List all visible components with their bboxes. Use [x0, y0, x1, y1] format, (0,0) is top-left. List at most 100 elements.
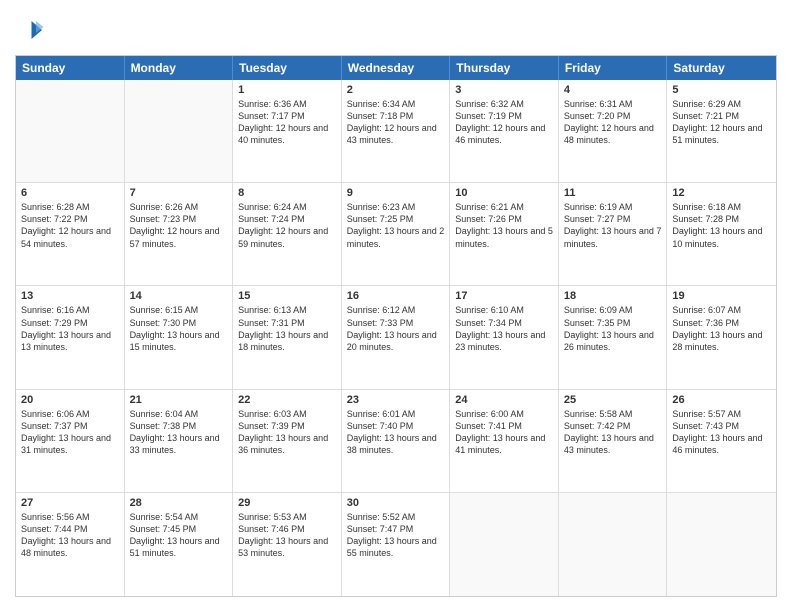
- calendar-row-5: 27 Sunrise: 5:56 AM Sunset: 7:44 PM Dayli…: [16, 493, 776, 596]
- day-info: Sunrise: 6:01 AM Sunset: 7:40 PM Dayligh…: [347, 408, 445, 457]
- calendar-cell-3-4: 16 Sunrise: 6:12 AM Sunset: 7:33 PM Dayli…: [342, 286, 451, 388]
- day-number: 26: [672, 394, 771, 406]
- day-info: Sunrise: 5:56 AM Sunset: 7:44 PM Dayligh…: [21, 511, 119, 560]
- day-info: Sunrise: 6:18 AM Sunset: 7:28 PM Dayligh…: [672, 201, 771, 250]
- calendar-cell-1-6: 4 Sunrise: 6:31 AM Sunset: 7:20 PM Daylig…: [559, 80, 668, 182]
- header-day-sunday: Sunday: [16, 56, 125, 80]
- header-day-tuesday: Tuesday: [233, 56, 342, 80]
- day-info: Sunrise: 6:29 AM Sunset: 7:21 PM Dayligh…: [672, 98, 771, 147]
- day-info: Sunrise: 6:31 AM Sunset: 7:20 PM Dayligh…: [564, 98, 662, 147]
- day-info: Sunrise: 5:52 AM Sunset: 7:47 PM Dayligh…: [347, 511, 445, 560]
- day-info: Sunrise: 6:04 AM Sunset: 7:38 PM Dayligh…: [130, 408, 228, 457]
- day-info: Sunrise: 6:32 AM Sunset: 7:19 PM Dayligh…: [455, 98, 553, 147]
- day-info: Sunrise: 6:07 AM Sunset: 7:36 PM Dayligh…: [672, 304, 771, 353]
- day-number: 7: [130, 187, 228, 199]
- header-day-thursday: Thursday: [450, 56, 559, 80]
- calendar-cell-3-5: 17 Sunrise: 6:10 AM Sunset: 7:34 PM Dayli…: [450, 286, 559, 388]
- day-info: Sunrise: 6:03 AM Sunset: 7:39 PM Dayligh…: [238, 408, 336, 457]
- day-number: 25: [564, 394, 662, 406]
- calendar-cell-2-2: 7Sunrise: 6:26 AM Sunset: 7:23 PM Daylig…: [125, 183, 234, 285]
- day-info: Sunrise: 6:24 AM Sunset: 7:24 PM Dayligh…: [238, 201, 336, 250]
- calendar-row-3: 13Sunrise: 6:16 AM Sunset: 7:29 PM Dayli…: [16, 286, 776, 389]
- calendar-cell-5-7: [667, 493, 776, 596]
- calendar-cell-3-7: 19 Sunrise: 6:07 AM Sunset: 7:36 PM Dayli…: [667, 286, 776, 388]
- calendar-cell-4-3: 22 Sunrise: 6:03 AM Sunset: 7:39 PM Dayli…: [233, 390, 342, 492]
- day-number: 12: [672, 187, 771, 199]
- day-info: Sunrise: 6:09 AM Sunset: 7:35 PM Dayligh…: [564, 304, 662, 353]
- calendar-cell-3-2: 14Sunrise: 6:15 AM Sunset: 7:30 PM Dayli…: [125, 286, 234, 388]
- calendar-cell-4-5: 24Sunrise: 6:00 AM Sunset: 7:41 PM Dayli…: [450, 390, 559, 492]
- header-day-wednesday: Wednesday: [342, 56, 451, 80]
- day-number: 6: [21, 187, 119, 199]
- calendar-cell-1-5: 3 Sunrise: 6:32 AM Sunset: 7:19 PM Daylig…: [450, 80, 559, 182]
- day-number: 15: [238, 290, 336, 302]
- calendar-row-2: 6Sunrise: 6:28 AM Sunset: 7:22 PM Daylig…: [16, 183, 776, 286]
- day-number: 22: [238, 394, 336, 406]
- day-info: Sunrise: 5:53 AM Sunset: 7:46 PM Dayligh…: [238, 511, 336, 560]
- header-day-saturday: Saturday: [667, 56, 776, 80]
- calendar-cell-2-7: 12 Sunrise: 6:18 AM Sunset: 7:28 PM Dayli…: [667, 183, 776, 285]
- calendar-cell-5-3: 29 Sunrise: 5:53 AM Sunset: 7:46 PM Dayli…: [233, 493, 342, 596]
- calendar-row-1: 1 Sunrise: 6:36 AM Sunset: 7:17 PM Daylig…: [16, 80, 776, 183]
- day-number: 10: [455, 187, 553, 199]
- calendar-cell-5-5: [450, 493, 559, 596]
- day-info: Sunrise: 6:12 AM Sunset: 7:33 PM Dayligh…: [347, 304, 445, 353]
- calendar: SundayMondayTuesdayWednesdayThursdayFrid…: [15, 55, 777, 597]
- day-info: Sunrise: 6:19 AM Sunset: 7:27 PM Dayligh…: [564, 201, 662, 250]
- day-info: Sunrise: 6:06 AM Sunset: 7:37 PM Dayligh…: [21, 408, 119, 457]
- day-number: 2: [347, 84, 445, 96]
- header: [15, 15, 777, 45]
- day-number: 18: [564, 290, 662, 302]
- day-number: 9: [347, 187, 445, 199]
- day-info: Sunrise: 6:13 AM Sunset: 7:31 PM Dayligh…: [238, 304, 336, 353]
- calendar-cell-5-2: 28 Sunrise: 5:54 AM Sunset: 7:45 PM Dayli…: [125, 493, 234, 596]
- day-number: 3: [455, 84, 553, 96]
- day-number: 23: [347, 394, 445, 406]
- logo-icon: [15, 15, 45, 45]
- day-number: 16: [347, 290, 445, 302]
- day-info: Sunrise: 6:00 AM Sunset: 7:41 PM Dayligh…: [455, 408, 553, 457]
- calendar-cell-2-3: 8 Sunrise: 6:24 AM Sunset: 7:24 PM Daylig…: [233, 183, 342, 285]
- calendar-row-4: 20 Sunrise: 6:06 AM Sunset: 7:37 PM Dayli…: [16, 390, 776, 493]
- calendar-cell-2-6: 11 Sunrise: 6:19 AM Sunset: 7:27 PM Dayli…: [559, 183, 668, 285]
- day-number: 21: [130, 394, 228, 406]
- day-number: 19: [672, 290, 771, 302]
- calendar-cell-3-3: 15 Sunrise: 6:13 AM Sunset: 7:31 PM Dayli…: [233, 286, 342, 388]
- day-info: Sunrise: 6:36 AM Sunset: 7:17 PM Dayligh…: [238, 98, 336, 147]
- day-info: Sunrise: 6:15 AM Sunset: 7:30 PM Dayligh…: [130, 304, 228, 353]
- day-info: Sunrise: 6:21 AM Sunset: 7:26 PM Dayligh…: [455, 201, 553, 250]
- calendar-header: SundayMondayTuesdayWednesdayThursdayFrid…: [16, 56, 776, 80]
- day-number: 27: [21, 497, 119, 509]
- day-number: 8: [238, 187, 336, 199]
- calendar-body: 1 Sunrise: 6:36 AM Sunset: 7:17 PM Daylig…: [16, 80, 776, 596]
- calendar-cell-4-7: 26 Sunrise: 5:57 AM Sunset: 7:43 PM Dayli…: [667, 390, 776, 492]
- day-number: 29: [238, 497, 336, 509]
- day-number: 4: [564, 84, 662, 96]
- calendar-cell-3-1: 13Sunrise: 6:16 AM Sunset: 7:29 PM Dayli…: [16, 286, 125, 388]
- calendar-cell-1-1: [16, 80, 125, 182]
- day-number: 30: [347, 497, 445, 509]
- day-number: 20: [21, 394, 119, 406]
- calendar-cell-4-1: 20 Sunrise: 6:06 AM Sunset: 7:37 PM Dayli…: [16, 390, 125, 492]
- calendar-cell-5-6: [559, 493, 668, 596]
- day-info: Sunrise: 5:57 AM Sunset: 7:43 PM Dayligh…: [672, 408, 771, 457]
- logo: [15, 15, 49, 45]
- page: SundayMondayTuesdayWednesdayThursdayFrid…: [0, 0, 792, 612]
- day-number: 1: [238, 84, 336, 96]
- day-number: 28: [130, 497, 228, 509]
- calendar-cell-2-1: 6Sunrise: 6:28 AM Sunset: 7:22 PM Daylig…: [16, 183, 125, 285]
- calendar-cell-5-4: 30 Sunrise: 5:52 AM Sunset: 7:47 PM Dayli…: [342, 493, 451, 596]
- calendar-cell-1-3: 1 Sunrise: 6:36 AM Sunset: 7:17 PM Daylig…: [233, 80, 342, 182]
- day-number: 11: [564, 187, 662, 199]
- header-day-friday: Friday: [559, 56, 668, 80]
- day-info: Sunrise: 6:16 AM Sunset: 7:29 PM Dayligh…: [21, 304, 119, 353]
- day-info: Sunrise: 6:23 AM Sunset: 7:25 PM Dayligh…: [347, 201, 445, 250]
- day-info: Sunrise: 5:54 AM Sunset: 7:45 PM Dayligh…: [130, 511, 228, 560]
- calendar-cell-4-2: 21 Sunrise: 6:04 AM Sunset: 7:38 PM Dayli…: [125, 390, 234, 492]
- calendar-cell-1-7: 5Sunrise: 6:29 AM Sunset: 7:21 PM Daylig…: [667, 80, 776, 182]
- day-number: 17: [455, 290, 553, 302]
- calendar-cell-4-4: 23 Sunrise: 6:01 AM Sunset: 7:40 PM Dayli…: [342, 390, 451, 492]
- day-info: Sunrise: 6:10 AM Sunset: 7:34 PM Dayligh…: [455, 304, 553, 353]
- day-info: Sunrise: 5:58 AM Sunset: 7:42 PM Dayligh…: [564, 408, 662, 457]
- calendar-cell-2-5: 10 Sunrise: 6:21 AM Sunset: 7:26 PM Dayli…: [450, 183, 559, 285]
